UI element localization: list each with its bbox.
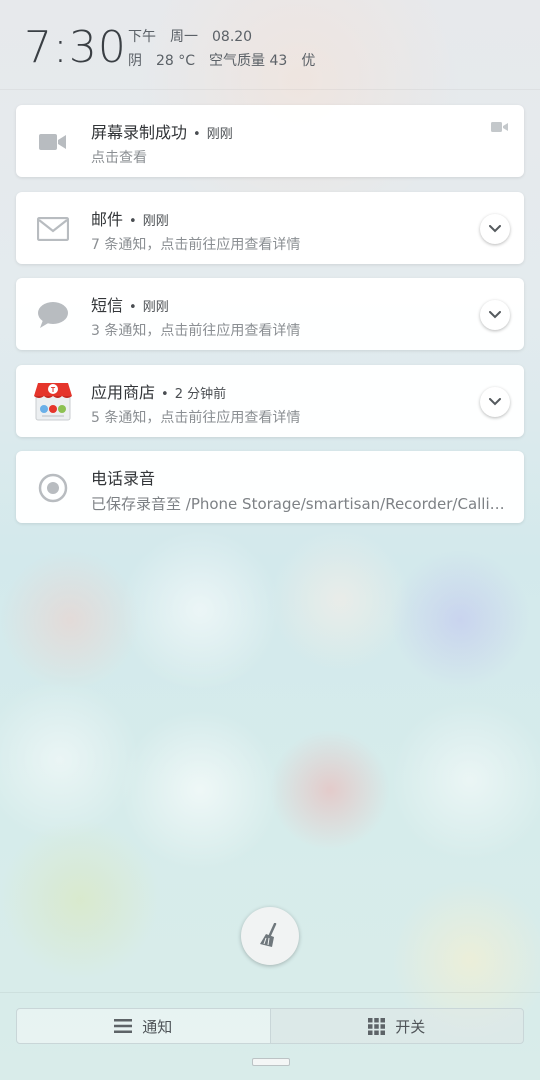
- tab-switcher: 通知 开关: [16, 1008, 524, 1044]
- notification-text: 3 条通知，点击前往应用查看详情: [91, 323, 301, 339]
- grid-icon: [368, 1017, 386, 1035]
- notification-time: 刚刚: [142, 214, 169, 229]
- clear-all-button[interactable]: [241, 907, 299, 965]
- weekday: 周一: [170, 29, 198, 45]
- record-icon: [36, 471, 70, 505]
- separator: •: [193, 127, 201, 142]
- notification-title: 邮件: [91, 210, 124, 229]
- notification-time: 2 分钟前: [174, 387, 227, 402]
- notification-text: 点击查看: [91, 150, 147, 166]
- small-video-camera-icon: [490, 119, 510, 133]
- tab-label: 开关: [395, 1017, 426, 1036]
- tab-label: 通知: [142, 1017, 173, 1036]
- drag-handle[interactable]: [252, 1058, 290, 1066]
- expand-button[interactable]: [480, 214, 510, 244]
- list-icon: [114, 1019, 133, 1033]
- notification-title: 应用商店: [91, 383, 156, 402]
- separator: •: [129, 214, 137, 229]
- weather-line: 阴 28 °C 空气质量 43 优: [128, 50, 329, 70]
- date: 08.20: [212, 29, 253, 45]
- video-camera-icon: [36, 125, 70, 159]
- bottom-bar: 通知 开关: [0, 992, 540, 1080]
- tab-toggles[interactable]: 开关: [269, 1009, 523, 1043]
- date-line: 下午 周一 08.20: [128, 26, 266, 46]
- notification-sms[interactable]: 短信 • 刚刚 3 条通知，点击前往应用查看详情: [16, 278, 524, 350]
- notification-time: 刚刚: [206, 127, 233, 142]
- notification-screen-recording[interactable]: 屏幕录制成功 • 刚刚 点击查看: [16, 105, 524, 177]
- notification-title: 电话录音: [91, 469, 156, 488]
- notification-text: 5 条通知，点击前往应用查看详情: [91, 410, 301, 426]
- separator: •: [161, 387, 169, 402]
- status-header: 7:30 下午 周一 08.20 阴 28 °C 空气质量 43 优: [0, 0, 540, 90]
- notification-title: 屏幕录制成功: [91, 123, 188, 142]
- notification-mail[interactable]: 邮件 • 刚刚 7 条通知，点击前往应用查看详情: [16, 192, 524, 264]
- expand-button[interactable]: [480, 387, 510, 417]
- air-quality-level: 优: [301, 53, 316, 69]
- svg-text:T: T: [51, 387, 56, 394]
- app-store-icon: T: [32, 380, 74, 422]
- notification-title: 短信: [91, 296, 124, 315]
- message-bubble-icon: [36, 298, 70, 332]
- broom-icon: [260, 923, 277, 947]
- clock: 7:30: [24, 22, 127, 73]
- weather: 阴: [128, 53, 142, 69]
- air-quality: 空气质量 43: [209, 53, 288, 69]
- expand-button[interactable]: [480, 300, 510, 330]
- tab-notifications[interactable]: 通知: [17, 1009, 270, 1043]
- notification-call-recording[interactable]: 电话录音 已保存录音至 /Phone Storage/smartisan/Rec…: [16, 451, 524, 523]
- separator: •: [129, 300, 137, 315]
- chevron-down-icon: [489, 398, 501, 406]
- notification-time: 刚刚: [142, 300, 169, 315]
- chevron-down-icon: [489, 311, 501, 319]
- notification-text: 已保存录音至 /Phone Storage/smartisan/Recorder…: [91, 495, 511, 513]
- mail-icon: [36, 212, 70, 246]
- temperature: 28 °C: [156, 53, 196, 69]
- chevron-down-icon: [489, 225, 501, 233]
- notification-text: 7 条通知，点击前往应用查看详情: [91, 237, 301, 253]
- notification-app-store[interactable]: T 应用商店 • 2 分钟前 5 条通知，点击前往应用查看详情: [16, 365, 524, 437]
- ampm: 下午: [128, 29, 156, 45]
